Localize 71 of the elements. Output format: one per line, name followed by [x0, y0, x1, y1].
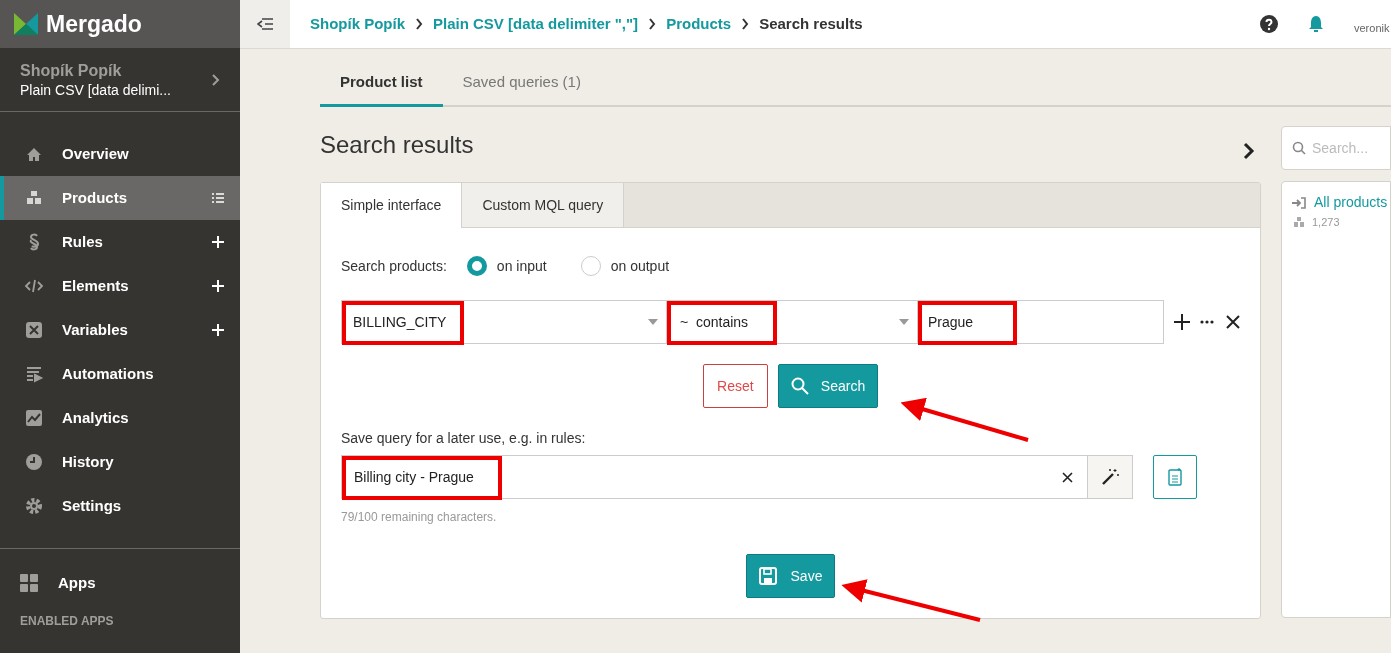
field-label: Search products: — [341, 256, 447, 276]
page-title: Search results — [320, 130, 474, 160]
magic-wand-icon — [1101, 468, 1119, 486]
collapse-icon — [257, 18, 273, 30]
breadcrumb-current: Search results — [759, 13, 863, 34]
plus-icon — [212, 280, 224, 292]
radio-option[interactable]: on output — [580, 255, 670, 277]
sidebar-item[interactable]: Automations — [0, 352, 240, 396]
plus-icon — [212, 324, 224, 336]
tab[interactable]: Saved queries (1) — [442, 60, 601, 107]
chevron-right-icon — [415, 18, 423, 30]
tab[interactable]: Product list — [320, 60, 443, 107]
user-name[interactable]: veronik — [1354, 19, 1391, 36]
boxes-icon — [1294, 217, 1304, 228]
value-input[interactable]: Prague — [918, 300, 1164, 344]
chevron-right-icon — [741, 18, 750, 30]
search-icon — [790, 377, 809, 395]
sidebar-item[interactable]: Overview — [0, 132, 240, 176]
bell-icon — [1308, 15, 1324, 33]
search-icon — [1292, 141, 1306, 155]
project-switcher[interactable]: Shopík Popík Plain CSV [data delimi... — [0, 48, 240, 112]
line-chart-icon — [24, 408, 44, 428]
magic-wand-button[interactable] — [1087, 456, 1132, 498]
chevron-right-icon — [210, 72, 220, 87]
chevron-right-icon — [1243, 142, 1255, 160]
section-label: ENABLED APPS — [19, 613, 115, 630]
caret-down-icon — [899, 319, 909, 325]
tab[interactable]: Simple interface — [321, 183, 463, 228]
grid-icon — [20, 574, 38, 592]
collapse-menu-button[interactable] — [240, 0, 290, 48]
search-input[interactable]: Search... — [1312, 127, 1390, 169]
clock-icon — [24, 452, 44, 472]
playlist-icon — [24, 364, 44, 384]
sign-in-icon — [1292, 196, 1306, 209]
chevron-right-icon — [648, 18, 657, 30]
operator-select[interactable]: ~ contains — [667, 300, 918, 344]
plus-icon — [212, 236, 224, 248]
query-name-input[interactable]: Billing city - Prague — [341, 455, 1133, 499]
sidebar-item[interactable]: History — [0, 440, 240, 484]
sidebar-item[interactable]: Rules — [0, 220, 240, 264]
help-icon — [1260, 15, 1278, 33]
caret-down-icon — [648, 319, 658, 325]
reset-button[interactable]: Reset — [702, 364, 768, 408]
sidebar-item[interactable]: Analytics — [0, 396, 240, 440]
helper-text: 79/100 remaining characters. — [341, 509, 498, 526]
radio-button[interactable] — [466, 256, 487, 276]
apps-item[interactable]: Apps — [0, 567, 240, 599]
product-count: 1,273 — [1312, 215, 1340, 230]
document-icon — [1168, 468, 1182, 486]
close-icon — [1226, 315, 1240, 329]
feed-name: Plain CSV [data delimi... — [20, 80, 171, 99]
more-icon — [1200, 320, 1214, 324]
variable-icon — [24, 320, 44, 340]
list-icon — [212, 193, 224, 203]
field-label: Save query for a later use, e.g. in rules: — [341, 429, 587, 448]
sidebar-item[interactable]: Variables — [0, 308, 240, 352]
sidebar-item[interactable]: Products — [0, 176, 240, 220]
plus-icon — [1174, 314, 1190, 330]
search-field[interactable]: Search... — [1281, 126, 1391, 170]
settings-icon — [24, 496, 44, 516]
logo-text: Mergado — [46, 9, 142, 39]
note-button[interactable] — [1153, 455, 1197, 499]
tab[interactable]: Custom MQL query — [462, 183, 625, 227]
clear-icon — [1062, 471, 1073, 483]
query-link[interactable]: All products — [1314, 192, 1388, 213]
project-name: Shopík Popík — [20, 60, 123, 81]
sidebar-item[interactable]: Settings — [0, 484, 240, 528]
radio-option[interactable]: on input — [466, 255, 547, 277]
logo-icon — [14, 13, 38, 35]
element-select[interactable]: BILLING_CITY — [341, 300, 667, 344]
sidebar-item[interactable]: Elements — [0, 264, 240, 308]
